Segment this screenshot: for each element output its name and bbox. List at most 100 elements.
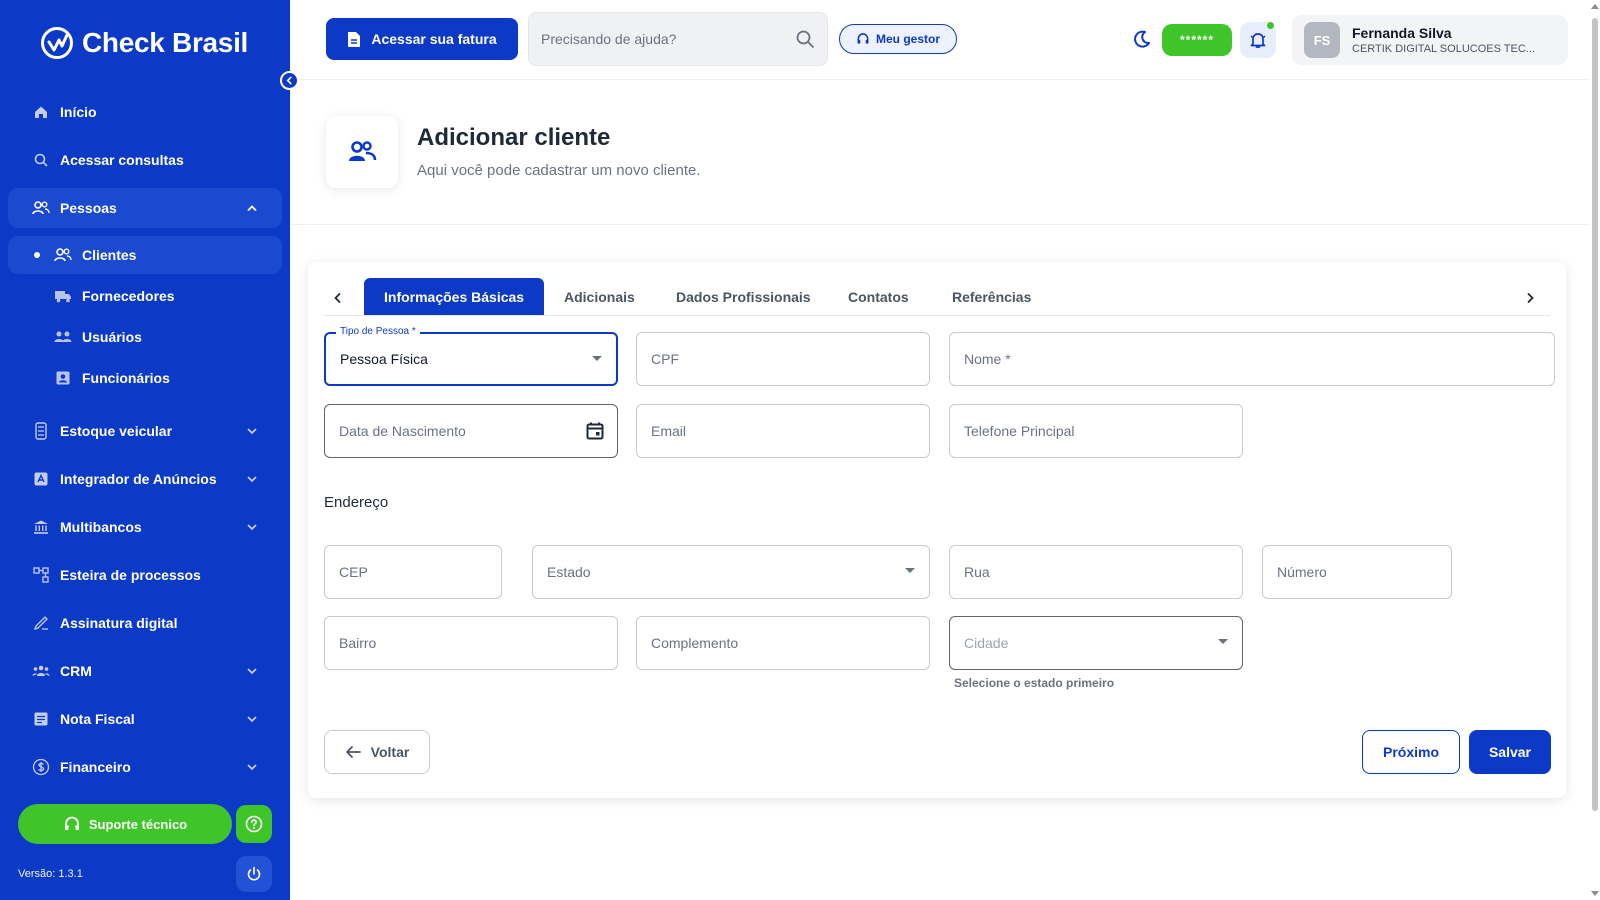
dark-mode-toggle[interactable] [1132, 29, 1152, 54]
telefone-field[interactable]: Telefone Principal [949, 404, 1243, 458]
hidden-balance-pill[interactable]: ****** [1162, 24, 1232, 56]
tipo-pessoa-label: Tipo de Pessoa * [336, 326, 420, 337]
chevron-left-icon [334, 293, 341, 303]
sidebar-subitem-label: Funcionários [82, 370, 170, 386]
cidade-placeholder: Cidade [964, 635, 1009, 651]
chevron-down-icon [247, 668, 257, 675]
user-company: CERTIK DIGITAL SOLUCOES TEC... [1352, 43, 1535, 55]
save-button[interactable]: Salvar [1469, 730, 1551, 774]
sidebar-item-multibancos[interactable]: Multibancos [8, 507, 282, 547]
users-icon [54, 329, 72, 345]
sidebar-collapse-button[interactable] [280, 71, 299, 90]
search-icon [32, 151, 50, 169]
sidebar-subitem-clientes[interactable]: Clientes [8, 236, 282, 274]
bell-icon [1250, 33, 1266, 48]
logout-button[interactable] [236, 856, 272, 892]
page-subtitle: Aqui você pode cadastrar um novo cliente… [417, 162, 701, 179]
scrollbar-thumb[interactable] [1592, 18, 1598, 811]
numero-placeholder: Número [1277, 564, 1327, 580]
top-header: Acessar sua fatura Meu gestor ****** FS … [290, 0, 1590, 80]
sidebar-item-label: CRM [60, 663, 92, 679]
help-button[interactable] [236, 805, 272, 843]
complemento-placeholder: Complemento [651, 635, 739, 651]
cpf-field[interactable]: CPF [636, 332, 930, 386]
rua-placeholder: Rua [964, 564, 990, 580]
nome-field[interactable]: Nome * [949, 332, 1555, 386]
sidebar-item-consultas[interactable]: Acessar consultas [8, 140, 282, 180]
page-scrollbar[interactable] [1590, 0, 1600, 900]
my-manager-label: Meu gestor [875, 32, 940, 46]
power-icon [247, 866, 261, 881]
sidebar-item-financeiro[interactable]: Financeiro [8, 747, 282, 787]
sidebar-subitem-fornecedores[interactable]: Fornecedores [8, 277, 282, 315]
sidebar-item-crm[interactable]: CRM [8, 651, 282, 691]
rua-field[interactable]: Rua [949, 545, 1243, 599]
cep-placeholder: CEP [339, 564, 368, 580]
calendar-icon[interactable] [585, 421, 605, 441]
my-manager-button[interactable]: Meu gestor [839, 24, 957, 54]
sidebar-item-integrador[interactable]: Integrador de Anúncios [8, 459, 282, 499]
sidebar-item-assinatura[interactable]: Assinatura digital [8, 603, 282, 643]
cep-field[interactable]: CEP [324, 545, 502, 599]
tab-referencias[interactable]: Referências [952, 278, 1031, 315]
question-icon [245, 815, 263, 833]
arrow-left-icon [345, 746, 361, 758]
nascimento-placeholder: Data de Nascimento [339, 423, 466, 439]
page-icon [326, 116, 398, 188]
scroll-up-arrow-icon[interactable] [1591, 4, 1599, 9]
process-icon [32, 566, 50, 584]
cidade-select[interactable]: Cidade [949, 616, 1243, 670]
support-button[interactable]: Suporte técnico [18, 804, 232, 844]
sidebar-item-label: Multibancos [60, 519, 142, 535]
numero-field[interactable]: Número [1262, 545, 1452, 599]
access-invoice-button[interactable]: Acessar sua fatura [326, 18, 518, 60]
sidebar-item-nota-fiscal[interactable]: Nota Fiscal [8, 699, 282, 739]
tab-adicionais[interactable]: Adicionais [564, 278, 635, 315]
sidebar-subitem-label: Clientes [82, 247, 137, 263]
ads-icon [32, 470, 50, 488]
back-label: Voltar [370, 744, 410, 760]
sidebar-subitem-funcionarios[interactable]: Funcionários [8, 359, 282, 397]
tab-informacoes-basicas[interactable]: Informações Básicas [364, 278, 545, 315]
estado-placeholder: Estado [547, 564, 591, 580]
scroll-down-arrow-icon[interactable] [1591, 891, 1599, 896]
sidebar-nav: Início Acessar consultas Pessoas Cliente… [8, 92, 282, 795]
tipo-pessoa-select[interactable]: Tipo de Pessoa * Pessoa Física [324, 326, 618, 386]
app: Check Brasil Início Acessar consultas Pe… [0, 0, 1600, 900]
sidebar-item-pessoas[interactable]: Pessoas [8, 188, 282, 228]
sidebar-item-estoque[interactable]: Estoque veicular [8, 411, 282, 451]
sidebar-subitem-usuarios[interactable]: Usuários [8, 318, 282, 356]
tabs-next-button[interactable] [1520, 288, 1540, 308]
back-button[interactable]: Voltar [324, 730, 430, 774]
people-icon [32, 199, 50, 217]
caret-down-icon [905, 568, 915, 573]
help-search-input[interactable] [541, 31, 795, 47]
page-title: Adicionar cliente [417, 124, 611, 151]
vehicle-icon [32, 422, 50, 440]
sidebar-item-esteira[interactable]: Esteira de processos [8, 555, 282, 595]
tabs-prev-button[interactable] [328, 288, 348, 308]
sidebar-item-inicio[interactable]: Início [8, 92, 282, 132]
chevron-down-icon [247, 476, 257, 483]
notifications-button[interactable] [1240, 22, 1276, 58]
nome-placeholder: Nome * [964, 351, 1011, 367]
next-button[interactable]: Próximo [1362, 730, 1460, 774]
nascimento-field[interactable]: Data de Nascimento [324, 404, 618, 458]
badge-icon [54, 370, 72, 386]
estado-select[interactable]: Estado [532, 545, 930, 599]
bairro-field[interactable]: Bairro [324, 616, 618, 670]
access-invoice-label: Acessar sua fatura [371, 31, 497, 47]
sidebar-item-label: Pessoas [60, 200, 117, 216]
user-menu[interactable]: FS Fernanda Silva CERTIK DIGITAL SOLUCOE… [1292, 15, 1568, 65]
sidebar-subitem-label: Fornecedores [82, 288, 175, 304]
cidade-hint: Selecione o estado primeiro [954, 676, 1115, 690]
email-field[interactable]: Email [636, 404, 930, 458]
brand-logo[interactable]: Check Brasil [40, 26, 248, 60]
sidebar-item-label: Nota Fiscal [60, 711, 135, 727]
chevron-down-icon [247, 716, 257, 723]
tab-contatos[interactable]: Contatos [848, 278, 909, 315]
tab-dados-profissionais[interactable]: Dados Profissionais [676, 278, 811, 315]
chevron-up-icon [247, 205, 257, 211]
complemento-field[interactable]: Complemento [636, 616, 930, 670]
search-icon[interactable] [795, 29, 815, 49]
